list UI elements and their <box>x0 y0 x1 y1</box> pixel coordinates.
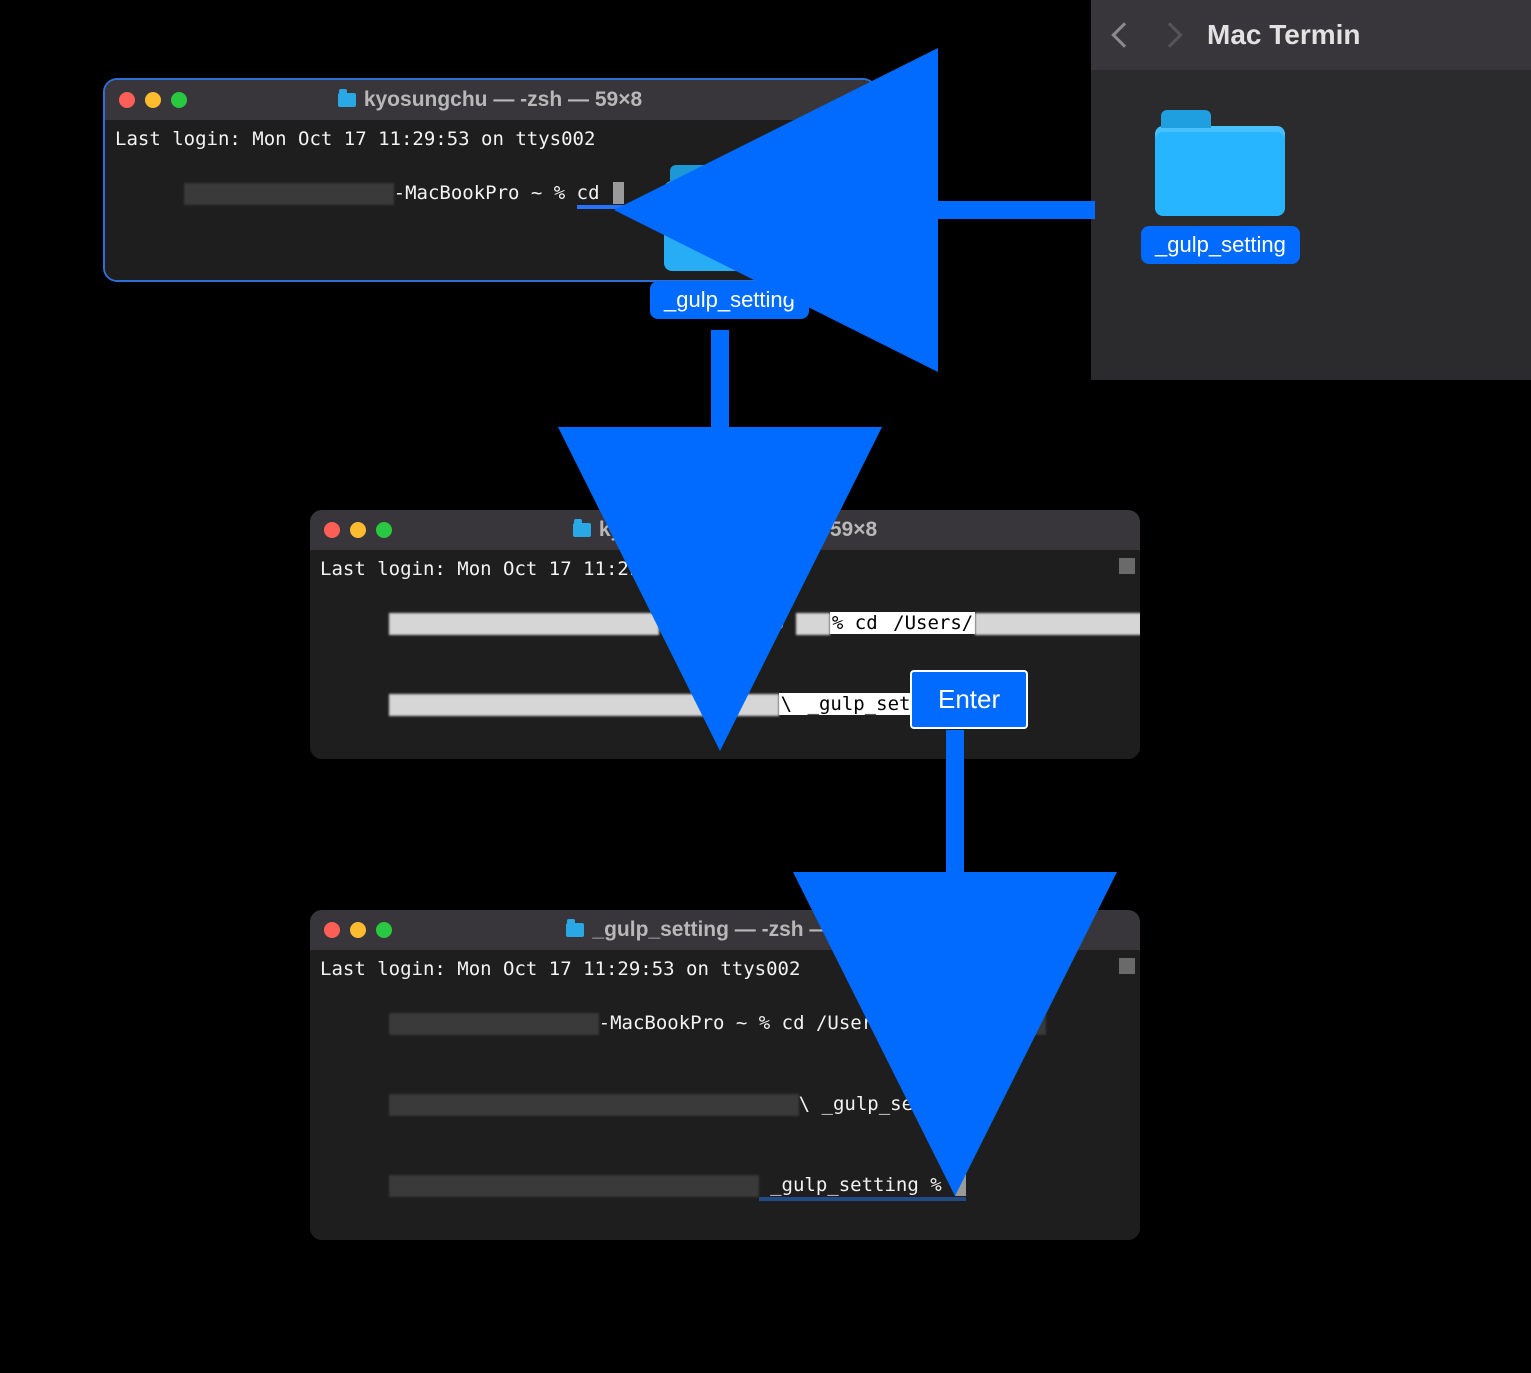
finder-folder-label: _gulp_setting <box>1141 226 1300 264</box>
folder-icon <box>1155 126 1285 216</box>
traffic-lights <box>119 92 187 108</box>
finder-toolbar: Mac Termin <box>1091 0 1531 70</box>
prompt-tail: -MacBookPro ~ % cd /Users/ <box>599 1012 896 1034</box>
scrollbar-thumb[interactable] <box>1119 958 1135 974</box>
terminal-window-3[interactable]: _gulp_setting — -zsh — 59×8 Last login: … <box>310 910 1140 1240</box>
scrollbar-thumb[interactable] <box>1119 558 1135 574</box>
redacted-user <box>389 1175 759 1197</box>
close-icon[interactable] <box>119 92 135 108</box>
redacted-path <box>975 613 1140 635</box>
finder-title: Mac Termin <box>1207 19 1361 51</box>
prompt-tail: -MacBookPro <box>659 612 796 634</box>
folder-icon <box>573 523 591 537</box>
redacted-tilde <box>796 613 830 635</box>
new-prompt: _gulp_setting % <box>759 1174 953 1196</box>
redacted-user <box>184 183 394 205</box>
enter-key-badge: Enter <box>910 670 1028 729</box>
redacted-path-cont <box>389 1094 799 1116</box>
cd-path-users: /Users/ <box>891 612 975 634</box>
redacted-user <box>389 1013 599 1035</box>
close-icon[interactable] <box>324 522 340 538</box>
chevron-forward-icon[interactable] <box>1157 22 1182 47</box>
dragged-folder-label: _gulp_setting <box>650 281 809 319</box>
window-title: kyosungchu — -zsh — 59×8 <box>105 88 875 112</box>
cursor-icon <box>613 182 624 204</box>
cmd-cd: % cd <box>830 612 891 634</box>
window-title-text: _gulp_setting — -zsh — 59×8 <box>592 918 883 942</box>
cursor-icon <box>955 1174 966 1196</box>
prompt-line-2: \ _gulp_setting <box>320 1064 1130 1145</box>
cd-path-tail: \ _gulp_setting <box>799 1093 971 1115</box>
finder-panel: Mac Termin _gulp_setting <box>1091 0 1531 380</box>
prompt-line-1: -MacBookPro % cd /Users/ <box>320 583 1130 664</box>
titlebar[interactable]: kyosungchu — -zsh — 59×8 <box>105 80 875 120</box>
close-icon[interactable] <box>324 922 340 938</box>
window-title-text: kyosungchu — -zsh — 59×8 <box>599 518 877 542</box>
minimize-icon[interactable] <box>350 522 366 538</box>
titlebar[interactable]: _gulp_setting — -zsh — 59×8 <box>310 910 1140 950</box>
redacted-user <box>389 613 659 635</box>
folder-icon <box>338 93 356 107</box>
redacted-path <box>896 1013 1046 1035</box>
prompt-tail: -MacBookPro ~ % <box>394 182 577 204</box>
window-title-text: kyosungchu — -zsh — 59×8 <box>364 88 642 112</box>
chevron-back-icon[interactable] <box>1111 22 1136 47</box>
maximize-icon[interactable] <box>376 922 392 938</box>
minimize-icon[interactable] <box>145 92 161 108</box>
maximize-icon[interactable] <box>171 92 187 108</box>
redacted-path-cont <box>389 694 779 716</box>
last-login-line: Last login: Mon Oct 17 11:29:53 on ttys0… <box>320 956 1130 983</box>
folder-icon <box>566 923 584 937</box>
terminal-body[interactable]: Last login: Mon Oct 17 11:29:53 on ttys0… <box>310 950 1140 1240</box>
prompt-line-1: -MacBookPro ~ % cd /Users/ <box>320 983 1130 1064</box>
maximize-icon[interactable] <box>376 522 392 538</box>
folder-icon <box>664 181 794 271</box>
traffic-lights <box>324 522 392 538</box>
last-login-line: Last login: Mon Oct 17 11:29:53 on ttys0… <box>115 126 865 153</box>
dragged-folder[interactable]: _gulp_setting <box>650 165 809 319</box>
window-title: _gulp_setting — -zsh — 59×8 <box>310 918 1140 942</box>
minimize-icon[interactable] <box>350 922 366 938</box>
new-prompt-line: _gulp_setting % <box>320 1145 1130 1226</box>
cmd-cd: cd <box>577 182 611 204</box>
window-title: kyosungchu — -zsh — 59×8 <box>310 518 1140 542</box>
line-continuation: \ <box>779 693 806 715</box>
titlebar[interactable]: kyosungchu — -zsh — 59×8 <box>310 510 1140 550</box>
traffic-lights <box>324 922 392 938</box>
scrollbar-thumb[interactable] <box>854 128 870 144</box>
last-login-line: Last login: Mon Oct 17 11:29:53 on ttys0… <box>320 556 1130 583</box>
finder-folder-item[interactable]: _gulp_setting <box>1141 110 1300 264</box>
